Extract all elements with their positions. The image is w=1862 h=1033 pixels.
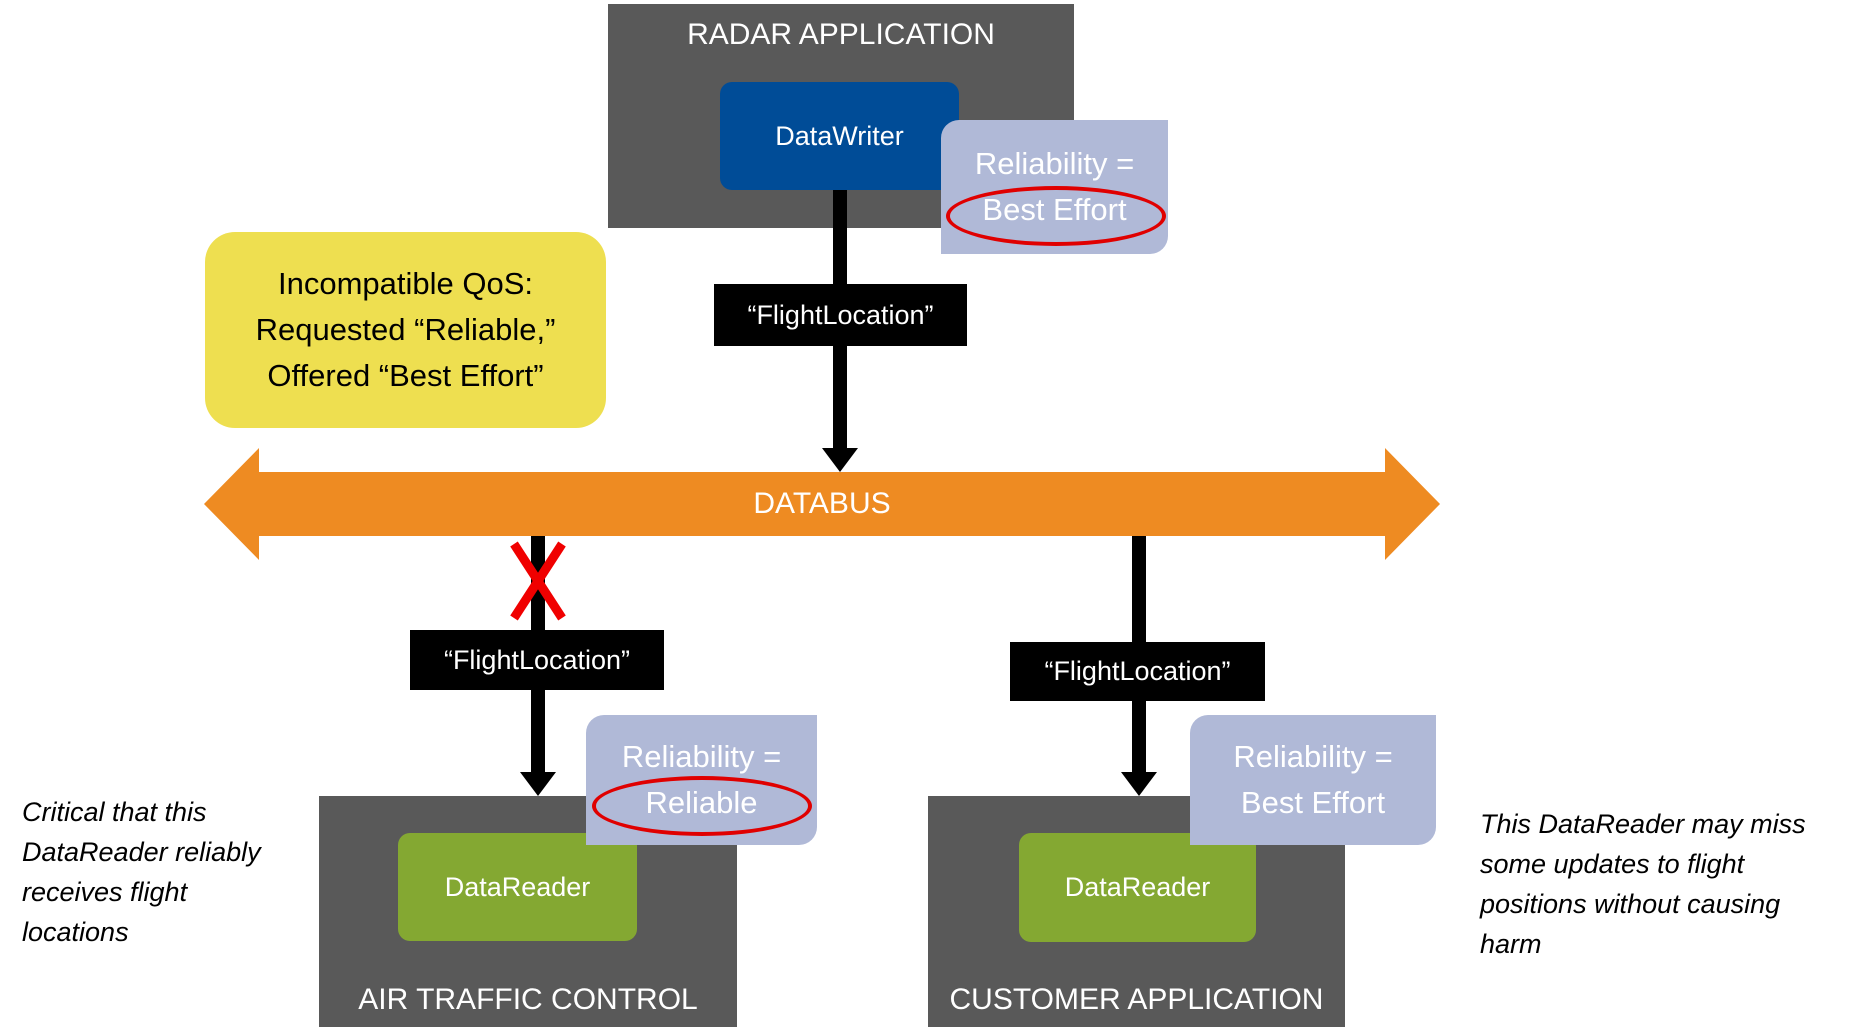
highlight-oval (592, 776, 812, 836)
topic-label-top: “FlightLocation” (714, 284, 967, 346)
note-line: This DataReader may miss (1480, 809, 1806, 839)
note-line: locations (22, 917, 129, 947)
reliability-value: Best Effort (1240, 785, 1386, 820)
red-x-icon (510, 541, 566, 621)
customer-application-title: CUSTOMER APPLICATION (949, 983, 1324, 1016)
incompatible-qos-warning: Incompatible QoS: Requested “Reliable,” … (205, 232, 606, 428)
radar-application-title: RADAR APPLICATION (687, 18, 995, 51)
left-note: Critical that this DataReader reliably r… (22, 792, 312, 952)
datareader-atc: DataReader (398, 833, 637, 941)
arrow-down-icon (520, 772, 556, 796)
reliability-label: Reliability = (621, 739, 782, 774)
note-line: receives flight (22, 877, 188, 907)
right-note: This DataReader may miss some updates to… (1480, 804, 1860, 964)
topic-label-customer: “FlightLocation” (1010, 642, 1265, 701)
warning-line: Offered “Best Effort” (267, 358, 544, 393)
warning-line: Incompatible QoS: (277, 266, 534, 301)
arrow-down-icon (1121, 772, 1157, 796)
customer-reliability-qos: Reliability = Best Effort (1190, 715, 1436, 845)
topic-label-atc: “FlightLocation” (410, 630, 664, 690)
reliability-label: Reliability = (1233, 739, 1393, 774)
databus-label: DATABUS (753, 487, 891, 520)
note-line: harm (1480, 929, 1542, 959)
datawriter: DataWriter (720, 82, 959, 190)
note-line: DataReader reliably (22, 837, 261, 867)
note-line: some updates to flight (1480, 849, 1745, 879)
highlight-oval (946, 186, 1166, 246)
note-line: positions without causing (1480, 889, 1781, 919)
reliability-label: Reliability = (974, 146, 1135, 181)
datareader-customer: DataReader (1019, 833, 1256, 942)
air-traffic-control-title: AIR TRAFFIC CONTROL (358, 983, 698, 1016)
warning-line: Requested “Reliable,” (255, 312, 556, 347)
note-line: Critical that this (22, 797, 207, 827)
